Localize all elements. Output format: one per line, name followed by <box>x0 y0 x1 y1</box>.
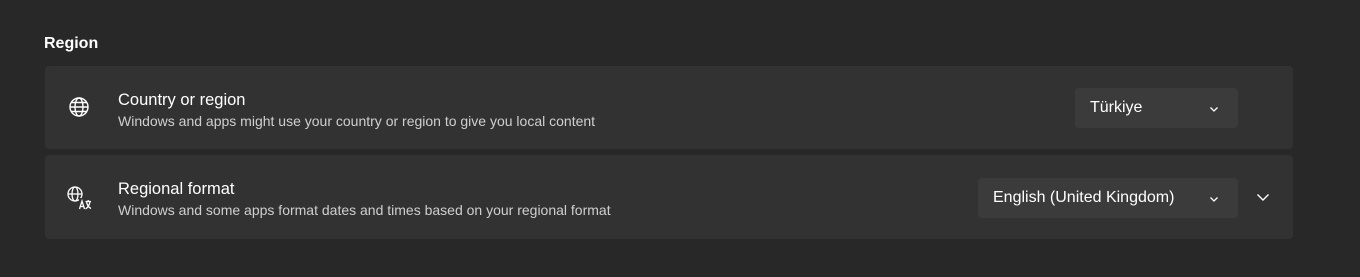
regional-format-selected-value: English (United Kingdom) <box>993 189 1175 206</box>
language-format-icon <box>66 185 92 211</box>
regional-format-description: Windows and some apps format dates and t… <box>118 202 611 218</box>
section-title: Region <box>44 35 99 52</box>
country-region-card: Country or region Windows and apps might… <box>45 66 1293 149</box>
globe-icon <box>66 94 92 120</box>
settings-page: Region Country or region Windows and app… <box>0 0 1360 277</box>
regional-format-title: Regional format <box>118 180 235 198</box>
country-region-dropdown[interactable]: Türkiye <box>1075 88 1238 128</box>
chevron-down-icon <box>1208 192 1220 204</box>
country-region-description: Windows and apps might use your country … <box>118 113 596 129</box>
country-region-selected-value: Türkiye <box>1090 99 1143 116</box>
expand-chevron-icon[interactable] <box>1251 185 1275 209</box>
chevron-down-icon <box>1208 102 1220 114</box>
regional-format-card[interactable]: Regional format Windows and some apps fo… <box>45 155 1293 239</box>
regional-format-dropdown[interactable]: English (United Kingdom) <box>978 178 1238 218</box>
country-region-title: Country or region <box>118 91 246 109</box>
